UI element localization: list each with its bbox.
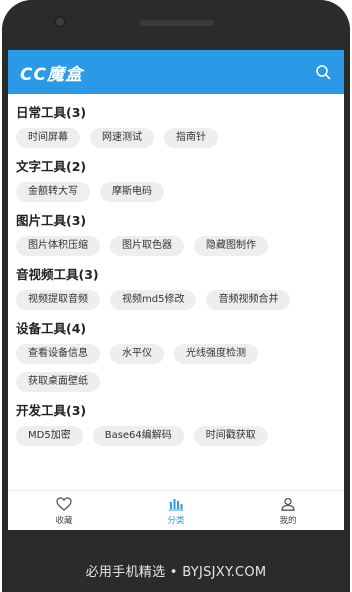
app-header: CC魔盒 [8, 50, 344, 94]
tool-chip[interactable]: 光线强度检测 [174, 344, 258, 364]
tool-section: 设备工具(4) 查看设备信息 水平仪 光线强度检测获取桌面壁纸 [16, 320, 336, 392]
tool-chip[interactable]: 水平仪 [110, 344, 164, 364]
tool-chip-group: 时间屏幕 网速测试 指南针 [16, 128, 336, 148]
tool-chip[interactable]: 隐藏图制作 [194, 236, 268, 256]
speaker-grille [140, 20, 214, 26]
tool-chip[interactable]: 查看设备信息 [16, 344, 100, 364]
tool-chip[interactable]: 图片体积压缩 [16, 236, 100, 256]
app-screen: CC魔盒 日常工具(3) 时间屏幕 网速测试 指南针 文字工具(2) 金额转大写 摩斯电码图… [8, 50, 344, 530]
tool-chip[interactable]: MD5加密 [16, 426, 83, 446]
tool-chip[interactable]: 指南针 [164, 128, 218, 148]
category-icon [169, 498, 183, 510]
watermark-text: 必用手机精选 • BYJSJXY.COM [85, 565, 267, 580]
nav-category-label: 分类 [167, 515, 185, 526]
nav-favorites-label: 收藏 [55, 515, 73, 526]
tool-chip-group: 图片体积压缩 图片取色器 隐藏图制作 [16, 236, 336, 256]
tool-chip[interactable]: 金额转大写 [16, 182, 90, 202]
tool-chip[interactable]: 图片取色器 [110, 236, 184, 256]
section-title: 图片工具(3) [16, 213, 87, 228]
search-icon [316, 65, 331, 80]
nav-profile-label: 我的 [279, 515, 297, 526]
tool-chip[interactable]: 时间戳获取 [193, 426, 268, 446]
tool-chip-group: 视频提取音频 视频md5修改 音频视频合并 [16, 290, 336, 310]
tool-chip[interactable]: 视频md5修改 [110, 290, 197, 310]
tool-chip[interactable]: Base64编解码 [92, 426, 184, 446]
search-button[interactable] [312, 61, 334, 83]
tool-chip[interactable]: 时间屏幕 [16, 128, 80, 148]
tool-chip-group: 金额转大写 摩斯电码 [16, 182, 336, 202]
tool-chip-group: 查看设备信息 水平仪 光线强度检测获取桌面壁纸 [16, 344, 336, 392]
nav-favorites[interactable]: 收藏 [8, 491, 120, 530]
tool-section: 图片工具(3) 图片体积压缩 图片取色器 隐藏图制作 [16, 212, 336, 256]
tool-chip-group: MD5加密 Base64编解码 时间戳获取 [16, 426, 336, 446]
tool-chip[interactable]: 摩斯电码 [100, 182, 164, 202]
phone-top-bezel [2, 0, 350, 50]
tool-section: 日常工具(3) 时间屏幕 网速测试 指南针 [16, 104, 336, 148]
camera-icon [54, 16, 66, 28]
tool-category-list: 日常工具(3) 时间屏幕 网速测试 指南针 文字工具(2) 金额转大写 摩斯电码 图片工具(3… [8, 94, 344, 490]
phone-frame: CC魔盒 日常工具(3) 时间屏幕 网速测试 指南针 文字工具(2) 金额转大写 摩斯电码图… [2, 0, 350, 592]
section-title: 日常工具(3) [16, 105, 87, 120]
section-title: 文字工具(2) [16, 159, 87, 174]
heart-icon [56, 496, 72, 511]
section-title: 设备工具(4) [16, 321, 87, 336]
tool-chip[interactable]: 网速测试 [90, 128, 154, 148]
tool-chip[interactable]: 视频提取音频 [16, 290, 100, 310]
section-title: 音视频工具(3) [16, 267, 99, 282]
section-title: 开发工具(3) [16, 403, 87, 418]
tool-section: 开发工具(3) MD5加密 Base64编解码 时间戳获取 [16, 402, 336, 446]
nav-profile[interactable]: 我的 [232, 491, 344, 530]
tool-chip[interactable]: 获取桌面壁纸 [16, 372, 100, 392]
tool-section: 文字工具(2) 金额转大写 摩斯电码 [16, 158, 336, 202]
bottom-navigation: 收藏 分类 我的 [8, 490, 344, 530]
tool-chip[interactable]: 音频视频合并 [206, 290, 291, 310]
user-icon [281, 497, 295, 511]
app-title: CC魔盒 [20, 64, 83, 85]
nav-category[interactable]: 分类 [120, 491, 232, 530]
tool-section: 音视频工具(3) 视频提取音频 视频md5修改 音频视频合并 [16, 266, 336, 310]
